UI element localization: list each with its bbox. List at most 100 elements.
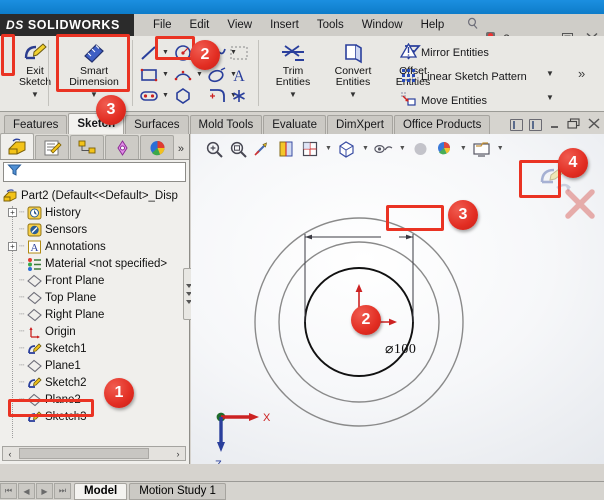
tree-root-label: Part2 (Default<<Default>_Disp xyxy=(21,189,178,202)
polygon-tool[interactable] xyxy=(170,85,196,107)
graphics-area[interactable]: ▼ ▼ ▼ ▼ ▼ X ⌀100 xyxy=(191,134,604,464)
nav-prev-button[interactable]: ◀ xyxy=(18,483,35,499)
trim-entities-caret-icon[interactable]: ▼ xyxy=(289,89,297,100)
menu-view[interactable]: View xyxy=(218,17,261,33)
tree-item-label: Material <not specified> xyxy=(45,257,168,270)
expand-icon[interactable]: + xyxy=(8,242,17,251)
feature-manager-panel: » Part2 (Default<<Default>_Disp + ┄ Hist… xyxy=(0,133,190,464)
ribbon-overflow-button[interactable]: » xyxy=(578,66,585,81)
trim-entities-button[interactable]: Trim Entities ▼ xyxy=(262,37,324,103)
solidworks-window: DS SOLIDWORKS File Edit View Insert Tool… xyxy=(0,0,604,500)
tree-item-front-plane[interactable]: ┄ Front Plane xyxy=(0,272,188,289)
linear-sketch-pattern-label: Linear Sketch Pattern xyxy=(421,70,527,83)
arc-tool[interactable] xyxy=(170,64,196,86)
smart-dimension-caret-icon[interactable]: ▼ xyxy=(90,89,98,100)
tree-dots: ┄ xyxy=(19,258,25,268)
dimxpert-manager-tab[interactable] xyxy=(105,135,139,159)
sketch-icon xyxy=(27,342,42,356)
tree-item-history[interactable]: + ┄ History xyxy=(0,204,188,221)
pattern-caret-icon[interactable]: ▼ xyxy=(546,69,554,78)
configuration-manager-tab[interactable] xyxy=(70,135,104,159)
property-manager-tab[interactable] xyxy=(35,135,69,159)
ribbon-separator xyxy=(132,40,133,106)
scroll-left-arrow-icon[interactable]: ‹ xyxy=(3,449,17,459)
sketch-text-tool[interactable]: A xyxy=(226,64,252,86)
tree-item-top-plane[interactable]: ┄ Top Plane xyxy=(0,289,188,306)
tab-surfaces[interactable]: Surfaces xyxy=(125,115,189,134)
nav-next-button[interactable]: ▶ xyxy=(36,483,53,499)
tab-mold-tools[interactable]: Mold Tools xyxy=(189,115,263,134)
tree-item-plane2[interactable]: ┄ Plane2 xyxy=(0,391,188,408)
tab-dimxpert[interactable]: DimXpert xyxy=(327,115,393,134)
diameter-dimension-value[interactable]: ⌀100 xyxy=(385,341,416,358)
command-manager-tabs: Features Sketch Surfaces Mold Tools Eval… xyxy=(0,113,604,134)
split-right-icon[interactable] xyxy=(529,119,542,131)
nav-first-button[interactable]: ⏮ xyxy=(0,483,17,499)
bottom-tab-model[interactable]: Model xyxy=(74,482,128,500)
tab-evaluate[interactable]: Evaluate xyxy=(263,115,327,134)
rectangle-tool[interactable] xyxy=(136,64,162,86)
sketch-geometry: X Z xyxy=(215,217,464,464)
mirror-entities-button[interactable]: Mirror Entities xyxy=(399,42,489,62)
slot-caret-icon[interactable]: ▼ xyxy=(162,92,169,99)
display-delete-relations-icon[interactable] xyxy=(226,42,252,64)
tree-item-origin[interactable]: ┄ Origin xyxy=(0,323,188,340)
tree-root-part[interactable]: Part2 (Default<<Default>_Disp xyxy=(0,187,188,204)
convert-entities-caret-icon[interactable]: ▼ xyxy=(349,89,357,100)
ds-mark: DS xyxy=(6,18,24,32)
rectangle-caret-icon[interactable]: ▼ xyxy=(162,71,169,78)
document-maximize-button[interactable] xyxy=(567,118,581,132)
menu-help[interactable]: Help xyxy=(412,17,454,33)
tree-item-annotations[interactable]: + ┄ A Annotations xyxy=(0,238,188,255)
scroll-right-arrow-icon[interactable]: › xyxy=(171,449,185,459)
tree-item-sensors[interactable]: ┄ Sensors xyxy=(0,221,188,238)
tree-dots: ┄ xyxy=(19,377,25,387)
tree-item-right-plane[interactable]: ┄ Right Plane xyxy=(0,306,188,323)
split-left-icon[interactable] xyxy=(510,119,523,131)
pushpin-icon[interactable] xyxy=(457,15,488,35)
tree-item-sketch2[interactable]: ┄ Sketch2 xyxy=(0,374,188,391)
manager-tabs-more-button[interactable]: » xyxy=(178,143,189,159)
slot-tool[interactable] xyxy=(136,85,162,107)
menu-insert[interactable]: Insert xyxy=(261,17,308,33)
smart-dimension-button[interactable]: Smart Dimension ▼ xyxy=(58,37,130,103)
nav-last-button[interactable]: ⏭ xyxy=(54,483,71,499)
scrollbar-thumb[interactable] xyxy=(19,448,149,459)
arc-caret-icon[interactable]: ▼ xyxy=(196,71,203,78)
material-icon xyxy=(27,257,42,271)
menu-file[interactable]: File xyxy=(144,17,181,33)
menu-tools[interactable]: Tools xyxy=(308,17,353,33)
display-manager-tab[interactable] xyxy=(140,135,174,159)
tree-item-material[interactable]: ┄ Material <not specified> xyxy=(0,255,188,272)
tree-item-sketch3[interactable]: ┄ Sketch3 xyxy=(0,408,188,425)
menu-window[interactable]: Window xyxy=(353,17,412,33)
exit-sketch-caret-icon[interactable]: ▼ xyxy=(31,89,39,100)
exit-sketch-label-2: Sketch xyxy=(18,76,52,88)
feature-manager-tab[interactable] xyxy=(0,133,34,159)
sketch-icon xyxy=(27,410,42,424)
tab-office-products[interactable]: Office Products xyxy=(393,115,491,134)
move-caret-icon[interactable]: ▼ xyxy=(546,93,554,102)
tree-item-plane1[interactable]: ┄ Plane1 xyxy=(0,357,188,374)
bottom-tab-motion-study[interactable]: Motion Study 1 xyxy=(129,482,226,500)
line-caret-icon[interactable]: ▼ xyxy=(162,49,169,56)
line-tool[interactable] xyxy=(136,42,162,64)
point-tool[interactable] xyxy=(226,85,252,107)
feature-tree-filter[interactable] xyxy=(3,162,186,182)
document-minimize-button[interactable] xyxy=(548,119,561,132)
document-close-button[interactable] xyxy=(587,118,601,132)
move-entities-button[interactable]: Move Entities xyxy=(400,91,487,110)
tab-features[interactable]: Features xyxy=(4,115,68,134)
expand-icon[interactable]: + xyxy=(8,208,17,217)
brand-name: SOLIDWORKS xyxy=(27,18,120,32)
tree-dots: ┄ xyxy=(19,326,25,336)
bottom-tab-bar: ⏮ ◀ ▶ ⏭ Model Motion Study 1 xyxy=(0,481,604,500)
convert-entities-label-2: Entities xyxy=(335,76,371,88)
exit-sketch-button[interactable]: Exit Sketch ▼ xyxy=(4,37,66,103)
menu-edit[interactable]: Edit xyxy=(181,17,219,33)
ribbon-separator xyxy=(258,40,259,106)
linear-sketch-pattern-button[interactable]: Linear Sketch Pattern xyxy=(400,67,527,86)
convert-entities-button[interactable]: Convert Entities ▼ xyxy=(322,37,384,103)
feature-tree-horizontal-scrollbar[interactable]: ‹ › xyxy=(2,446,186,461)
tree-item-sketch1[interactable]: ┄ Sketch1 xyxy=(0,340,188,357)
